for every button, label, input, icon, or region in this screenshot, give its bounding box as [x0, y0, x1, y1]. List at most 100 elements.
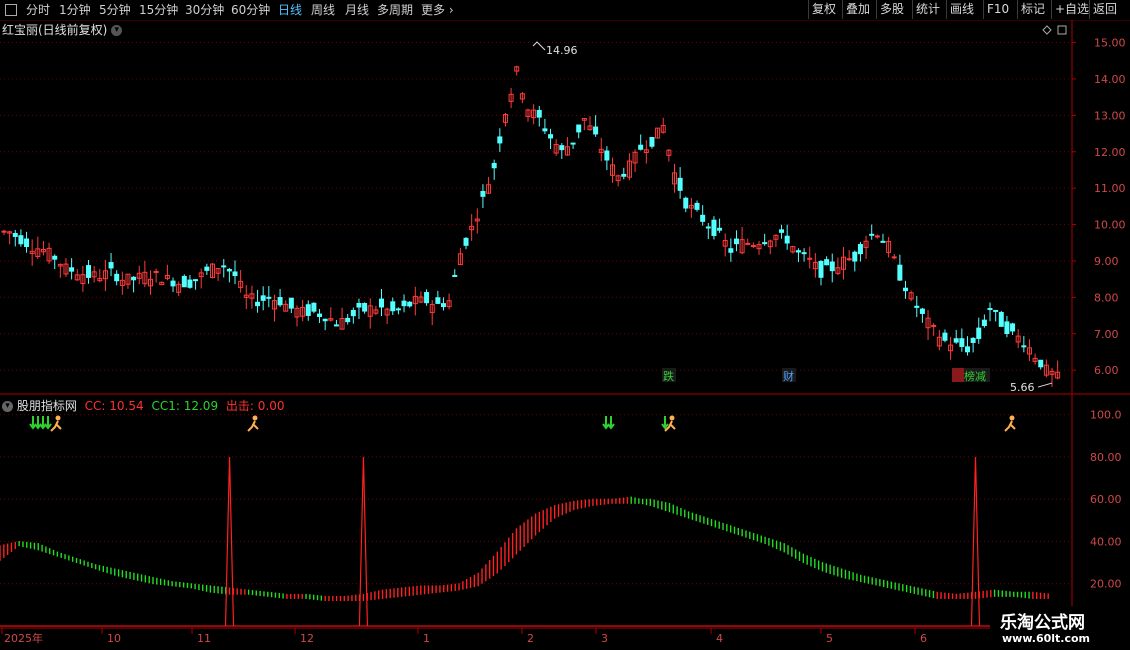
candle-body [903, 287, 909, 292]
candle-body [705, 226, 711, 229]
candle-body [333, 324, 339, 327]
candle-body [52, 255, 58, 260]
indicator-y-tick-label: 40.00 [1090, 535, 1122, 548]
candle-body [108, 262, 114, 269]
candle-body [976, 327, 982, 339]
candle-body [1004, 321, 1010, 334]
candle-body [1021, 345, 1027, 348]
candle-body [993, 309, 999, 312]
candle-body [818, 260, 824, 278]
candle-body [1038, 359, 1044, 368]
main-y-tick-label: 6.00 [1094, 364, 1119, 377]
candle-body [981, 319, 987, 327]
candle-body [12, 233, 18, 237]
indicator-y-tick-label: 80.00 [1090, 451, 1122, 464]
candle-body [407, 301, 413, 307]
candle-body [266, 296, 272, 299]
candle-body [345, 317, 351, 323]
settings-icon [1057, 25, 1067, 35]
candle-body [277, 297, 283, 306]
time-axis-label: 12 [300, 632, 314, 645]
candle-body [170, 280, 176, 287]
indicator-y-tick-label: 20.00 [1090, 578, 1122, 591]
time-axis-label: 10 [107, 632, 121, 645]
candle-body [874, 235, 880, 238]
candle-body [959, 338, 965, 347]
candle-body [356, 302, 362, 308]
candle-body [745, 242, 751, 245]
time-axis-label: 5 [826, 632, 833, 645]
main-y-tick-label: 11.00 [1094, 182, 1126, 195]
candle-body [401, 300, 407, 307]
candle-body [153, 270, 159, 273]
high-price-label: 14.96 [546, 44, 578, 57]
high-marker-arrow [532, 41, 546, 51]
candle-body [621, 173, 627, 177]
time-axis-label: 2 [527, 632, 534, 645]
candle-body [311, 302, 317, 312]
candle-body [897, 264, 903, 281]
candle-body [694, 202, 700, 210]
candle-body [548, 134, 554, 139]
candle-body [497, 136, 503, 144]
candle-body [193, 279, 199, 282]
event-tag-highlight [952, 368, 964, 382]
time-axis-label: 1 [423, 632, 430, 645]
candle-body [824, 259, 830, 266]
candle-body [857, 244, 863, 255]
candle-body [987, 308, 993, 311]
candle-body [395, 308, 401, 311]
time-axis-label: 3 [601, 632, 608, 645]
main-y-tick-label: 10.00 [1094, 219, 1126, 232]
candle-body [852, 251, 858, 262]
main-y-tick-label: 9.00 [1094, 255, 1119, 268]
candle-body [762, 242, 768, 245]
runner-head [55, 415, 61, 421]
indicator-y-tick-label: 100.0 [1090, 409, 1122, 422]
candle-body [570, 142, 576, 145]
main-y-tick-label: 8.00 [1094, 291, 1119, 304]
candle-body [733, 238, 739, 245]
main-y-tick-label: 14.00 [1094, 73, 1126, 86]
candle-body [914, 305, 920, 308]
candle-body [779, 229, 785, 233]
candle-body [649, 136, 655, 147]
candle-body [931, 324, 937, 327]
candle-body [424, 292, 430, 304]
candle-body [131, 276, 137, 281]
watermark-title: 乐淘公式网 [1000, 613, 1085, 633]
candle-body [700, 214, 706, 222]
chart-canvas[interactable]: 15.00 14.00 13.00 12.00 11.00 10.00 9.00 8.00 7.… [0, 0, 1130, 650]
candle-body [750, 244, 756, 247]
time-axis-label: 6 [920, 632, 927, 645]
runner-head [1009, 415, 1015, 421]
candle-body [542, 128, 548, 132]
candle-body [559, 145, 565, 151]
diamond-icon [1042, 25, 1052, 35]
candle-body [452, 274, 458, 277]
watermark-url: www.60lt.com [1002, 632, 1091, 645]
candle-body [86, 265, 92, 278]
candle-body [891, 256, 897, 259]
event-tag: 财 [783, 369, 794, 383]
candle-body [18, 235, 24, 245]
candle-body [221, 265, 227, 268]
candle-body [435, 297, 441, 304]
candle-body [998, 311, 1004, 327]
candle-body [362, 302, 368, 312]
candle-body [181, 275, 187, 288]
candle-body [322, 318, 328, 322]
candle-body [784, 235, 790, 244]
runner-head [669, 415, 675, 421]
candle-body [232, 271, 238, 277]
candle-body [677, 177, 683, 191]
candle-body [795, 250, 801, 253]
candle-body [942, 332, 948, 341]
candle-body [187, 279, 193, 288]
candle-body [728, 248, 734, 253]
candle-body [964, 346, 970, 353]
indicator-y-tick-label: 60.00 [1090, 493, 1122, 506]
candle-body [69, 267, 75, 272]
candle-body [260, 295, 266, 301]
runner-icon-leg [1009, 423, 1016, 430]
